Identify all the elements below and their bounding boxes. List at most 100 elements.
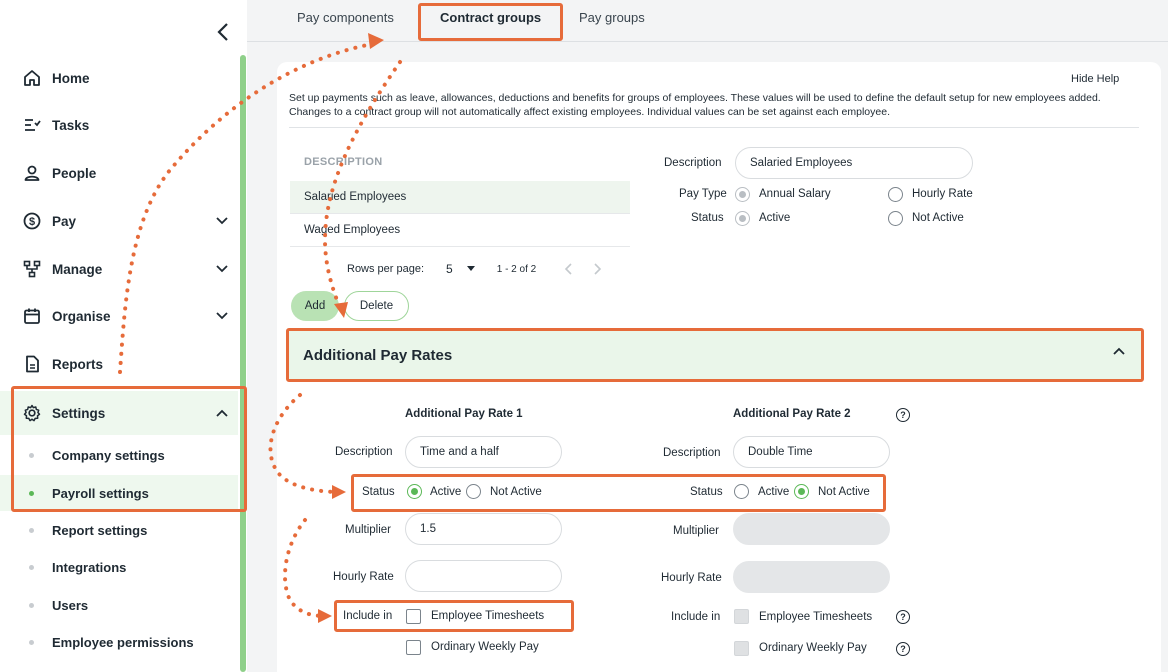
sidebar: Home Tasks People $ Pay Manage Organise … [0, 0, 247, 672]
chevron-down-icon [214, 261, 230, 277]
pay-type-hourly-radio[interactable] [888, 187, 903, 202]
chevron-down-icon [214, 213, 230, 229]
caret-down-icon[interactable] [466, 266, 475, 272]
rate2-description-field[interactable]: Double Time [733, 436, 890, 468]
gear-icon [22, 403, 42, 423]
divider [289, 127, 1139, 128]
radio-label: Not Active [490, 486, 542, 498]
radio-label: Hourly Rate [912, 188, 973, 200]
rate1-multiplier-field[interactable]: 1.5 [405, 513, 562, 545]
multiplier-label: Multiplier [345, 524, 392, 536]
hide-help-link[interactable]: Hide Help [1071, 73, 1119, 85]
rate2-multiplier-field [733, 513, 890, 545]
sidebar-item-label: Manage [52, 261, 103, 277]
pagination: Rows per page: 5 1 - 2 of 2 [347, 262, 602, 276]
sidebar-subitem-users[interactable]: Users [0, 587, 238, 623]
hourly-rate-label: Hourly Rate [661, 572, 722, 584]
active-tab-indicator [422, 38, 557, 41]
list-item[interactable]: Salaried Employees [290, 181, 630, 214]
status-active-radio[interactable] [735, 211, 750, 226]
include-in-label: Include in [343, 610, 393, 622]
checkbox-label: Ordinary Weekly Pay [431, 641, 539, 653]
sidebar-subitem-company-settings[interactable]: Company settings [0, 437, 238, 473]
sidebar-subitem-label: Integrations [52, 559, 127, 575]
description-label: Description [664, 157, 722, 169]
chevron-up-icon [214, 405, 230, 421]
sidebar-subitem-label: Users [52, 597, 89, 613]
sidebar-item-people[interactable]: People [0, 153, 238, 193]
collapse-sidebar-button[interactable] [212, 20, 234, 44]
tab-pay-components[interactable]: Pay components [297, 10, 394, 25]
sidebar-item-label: Home [52, 70, 90, 86]
group-description-field[interactable]: Salaried Employees [735, 147, 973, 179]
sidebar-item-settings[interactable]: Settings [0, 391, 238, 435]
help-text: Set up payments such as leave, allowance… [289, 92, 1101, 118]
document-icon [22, 354, 42, 374]
radio-label: Not Active [912, 212, 964, 224]
help-icon[interactable]: ? [896, 610, 910, 624]
bullet-dot [29, 527, 34, 533]
sidebar-item-label: Settings [52, 405, 106, 421]
rate2-hourly-rate-field [733, 561, 890, 593]
sidebar-item-reports[interactable]: Reports [0, 344, 238, 384]
add-button[interactable]: Add [291, 291, 339, 321]
sidebar-item-home[interactable]: Home [0, 58, 238, 98]
rate2-active-radio[interactable] [734, 484, 749, 499]
sidebar-item-label: Tasks [52, 117, 90, 133]
bullet-dot [29, 602, 34, 608]
chevron-left-icon [217, 23, 228, 41]
sidebar-subitem-label: Payroll settings [52, 485, 149, 501]
svg-text:$: $ [29, 216, 35, 228]
sidebar-item-organise[interactable]: Organise [0, 296, 238, 336]
sidebar-item-label: People [52, 165, 97, 181]
additional-pay-rates-header[interactable]: Additional Pay Rates [289, 331, 1143, 379]
checkbox-label: Employee Timesheets [431, 610, 545, 622]
rate2-not-active-radio[interactable] [794, 484, 809, 499]
list-item-label: Waged Employees [304, 224, 401, 236]
bullet-dot [29, 452, 34, 458]
radio-label: Annual Salary [759, 188, 831, 200]
page-range: 1 - 2 of 2 [496, 263, 537, 275]
list-item-label: Salaried Employees [304, 191, 407, 203]
pay-type-annual-radio[interactable] [735, 187, 750, 202]
sidebar-item-label: Pay [52, 213, 77, 229]
sidebar-subitem-employee-permissions[interactable]: Employee permissions [0, 624, 238, 660]
sidebar-item-tasks[interactable]: Tasks [0, 105, 238, 145]
sidebar-subitem-label: Company settings [52, 447, 165, 463]
tab-bar: Pay components Contract groups Pay group… [247, 0, 1168, 42]
description-label: Description [335, 446, 393, 458]
bullet-dot [29, 639, 34, 645]
rows-per-page-label: Rows per page: [347, 263, 425, 275]
rate1-hourly-rate-field[interactable] [405, 560, 562, 592]
rate1-not-active-radio[interactable] [466, 484, 481, 499]
sidebar-subitem-integrations[interactable]: Integrations [0, 549, 238, 585]
chevron-right-icon[interactable] [594, 263, 602, 275]
rate1-description-field[interactable]: Time and a half [405, 436, 562, 468]
multiplier-label: Multiplier [673, 525, 720, 537]
list-column-header: DESCRIPTION [304, 156, 383, 168]
help-icon[interactable]: ? [896, 642, 910, 656]
radio-label: Not Active [818, 486, 870, 498]
delete-button[interactable]: Delete [344, 291, 409, 321]
sidebar-subitem-label: Employee permissions [52, 634, 194, 650]
person-icon [22, 163, 42, 183]
sidebar-item-manage[interactable]: Manage [0, 249, 238, 289]
rows-per-page-select[interactable]: 5 [446, 262, 453, 276]
sidebar-subitem-payroll-settings[interactable]: Payroll settings [0, 475, 238, 511]
list-item[interactable]: Waged Employees [290, 214, 630, 247]
chevron-left-icon[interactable] [564, 263, 572, 275]
rate1-active-radio[interactable] [407, 484, 422, 499]
sidebar-item-pay[interactable]: $ Pay [0, 201, 238, 241]
tab-contract-groups[interactable]: Contract groups [440, 10, 541, 25]
rate1-timesheets-checkbox[interactable] [406, 609, 421, 624]
sidebar-item-label: Organise [52, 308, 111, 324]
sidebar-subitem-report-settings[interactable]: Report settings [0, 512, 238, 548]
chevron-up-icon [1113, 347, 1125, 355]
tab-pay-groups[interactable]: Pay groups [579, 10, 645, 25]
sidebar-scrollbar[interactable] [240, 55, 246, 672]
rate1-ordinary-pay-checkbox[interactable] [406, 640, 421, 655]
status-not-active-radio[interactable] [888, 211, 903, 226]
help-icon[interactable]: ? [896, 408, 910, 422]
hierarchy-icon [22, 259, 42, 279]
tasks-icon [22, 115, 42, 135]
